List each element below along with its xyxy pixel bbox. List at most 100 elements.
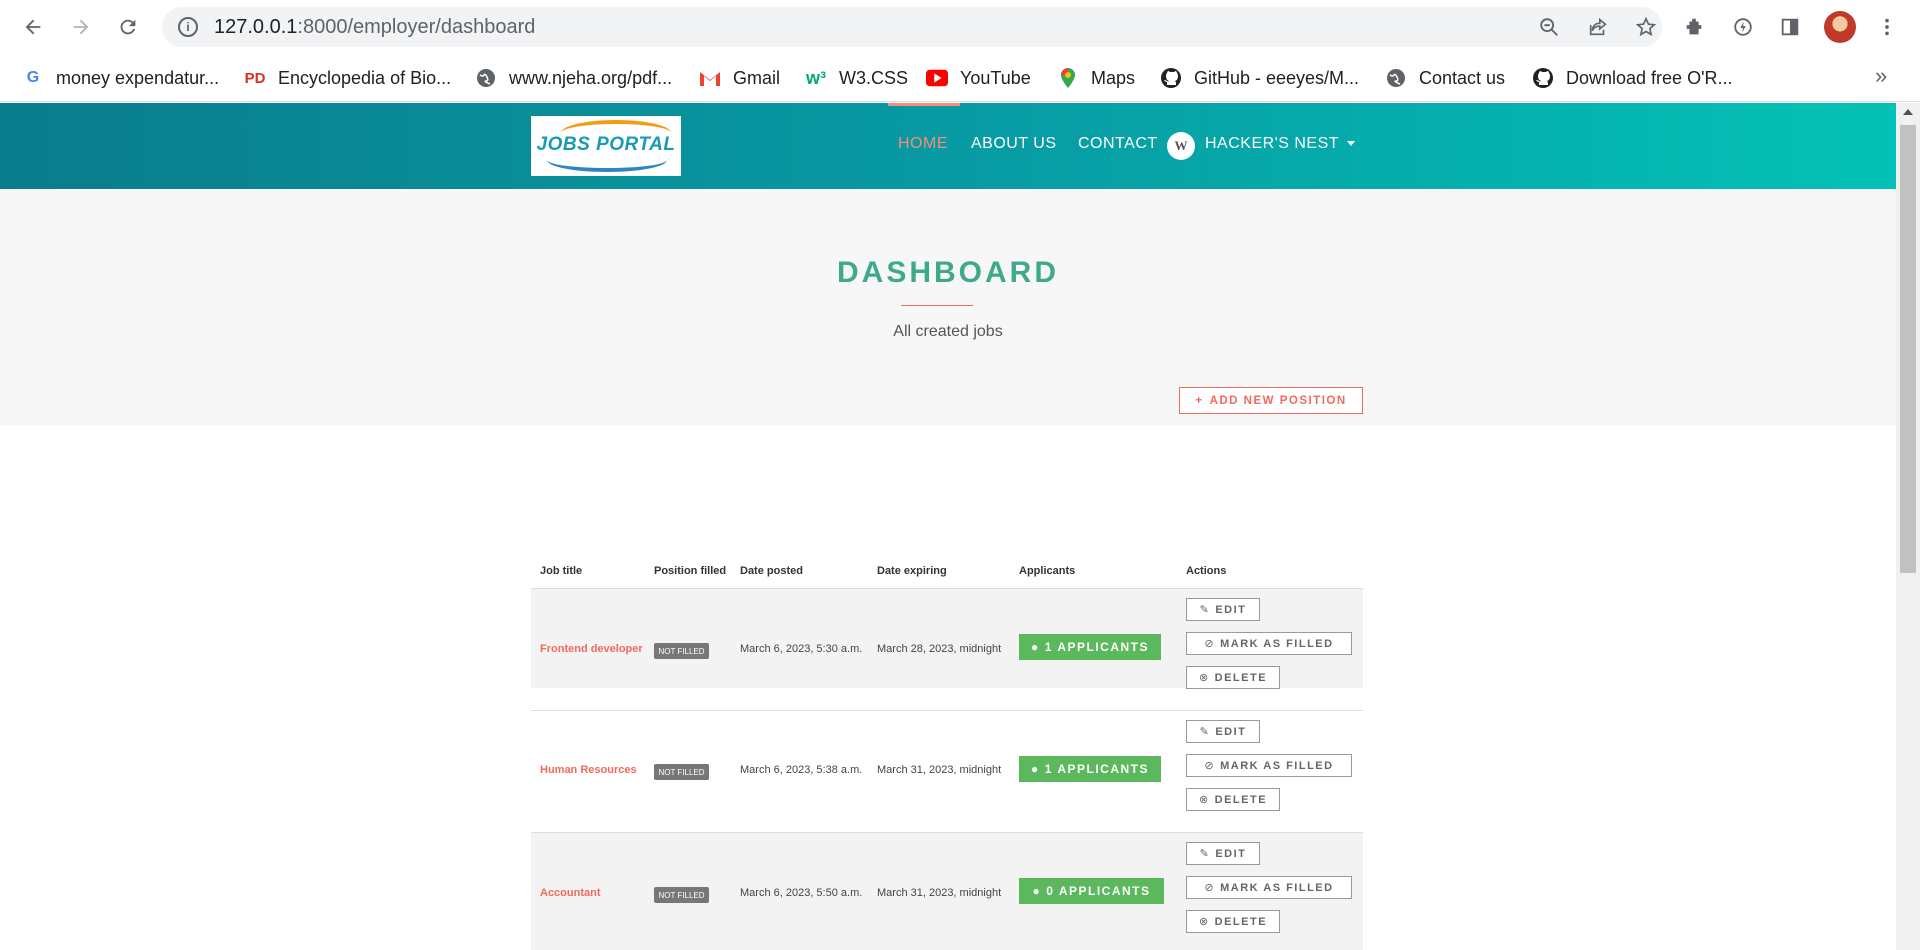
header-position-filled: Position filled [654,565,727,577]
delete-circle-icon: ⊗ [1198,916,1210,928]
job-title-link[interactable]: Frontend developer [540,643,643,655]
performance-icon[interactable] [1728,12,1758,42]
bookmarks-bar: G money expendatur... PD Encyclopedia of… [0,54,1920,102]
status-badge: NOT FILLED [654,643,709,659]
bookmark-item[interactable]: w³ W3.CSS [805,64,908,92]
bookmark-item[interactable]: Maps [1057,64,1135,92]
date-expiring: March 31, 2023, midnight [877,764,1002,776]
delete-button[interactable]: ⊗ DELETE [1186,666,1280,689]
bookmark-item[interactable]: www.njeha.org/pdf... [475,64,672,92]
date-expiring: March 31, 2023, midnight [877,887,1002,899]
user-avatar-icon: W [1167,132,1195,160]
nav-about-us[interactable]: ABOUT US [971,135,1057,153]
edit-button[interactable]: ✎ EDIT [1186,720,1260,743]
applicants-button[interactable]: ● 0 APPLICANTS [1019,878,1164,904]
edit-icon: ✎ [1199,604,1211,616]
bookmark-item[interactable]: Gmail [699,64,780,92]
user-name: HACKER'S NEST [1205,135,1340,152]
users-icon: ● [1031,640,1040,654]
edit-label: EDIT [1215,847,1247,860]
job-title-link[interactable]: Accountant [540,887,601,899]
address-bar[interactable]: i 127.0.0.1:8000/employer/dashboard [162,7,1662,47]
add-button-label: ADD NEW POSITION [1209,394,1347,407]
url-text: 127.0.0.1:8000/employer/dashboard [214,16,536,38]
profile-avatar[interactable] [1824,11,1856,43]
menu-kebab-icon[interactable] [1872,12,1902,42]
zoom-out-icon[interactable] [1537,15,1561,39]
job-title-link[interactable]: Human Resources [540,764,637,776]
browser-toolbar: i 127.0.0.1:8000/employer/dashboard [0,0,1920,54]
bookmark-label: YouTube [960,67,1031,88]
back-arrow-icon[interactable] [18,12,48,42]
edit-button[interactable]: ✎ EDIT [1186,598,1260,621]
active-nav-indicator [888,103,960,106]
delete-label: DELETE [1214,915,1268,928]
applicants-label: 1 APPLICANTS [1044,640,1149,654]
bookmark-label: GitHub - eeeyes/M... [1194,67,1360,88]
reload-icon[interactable] [113,12,143,42]
applicants-button[interactable]: ● 1 APPLICANTS [1019,634,1161,660]
bookmark-label: Maps [1091,67,1136,88]
bookmarks-overflow-button[interactable]: » [1875,62,1887,90]
check-circle-icon: ⊘ [1204,882,1216,894]
globe-icon [475,67,497,89]
page-scrollbar[interactable] [1896,103,1920,950]
google-icon: G [26,69,40,86]
bookmark-item[interactable]: G money expendatur... [22,64,219,92]
side-panel-icon[interactable] [1775,12,1805,42]
header-date-posted: Date posted [740,565,803,577]
mark-as-filled-button[interactable]: ⊘ MARK AS FILLED [1186,632,1352,655]
users-icon: ● [1031,762,1040,776]
bookmark-label: Encyclopedia of Bio... [278,67,452,88]
overflow-chevron-icon: » [1875,63,1888,88]
bookmark-label: Download free O'R... [1566,67,1733,88]
edit-icon: ✎ [1199,726,1211,738]
nav-contact[interactable]: CONTACT [1078,135,1158,153]
jobs-portal-logo[interactable]: JOBS PORTAL [531,116,681,176]
delete-circle-icon: ⊗ [1198,672,1210,684]
header-date-expiring: Date expiring [877,565,947,577]
nav-user-dropdown[interactable]: HACKER'S NEST [1205,135,1356,153]
nav-home[interactable]: HOME [898,135,948,153]
bookmark-star-icon[interactable] [1634,15,1658,39]
share-icon[interactable] [1586,15,1610,39]
delete-label: DELETE [1214,671,1268,684]
bookmark-item[interactable]: YouTube [926,64,1031,92]
delete-label: DELETE [1214,793,1268,806]
status-badge: NOT FILLED [654,764,709,780]
bookmark-item[interactable]: GitHub - eeeyes/M... [1160,64,1359,92]
delete-button[interactable]: ⊗ DELETE [1186,910,1280,933]
scrollbar-thumb[interactable] [1900,125,1916,573]
applicants-label: 0 APPLICANTS [1046,884,1151,898]
globe-icon [1385,67,1407,89]
extensions-icon[interactable] [1679,12,1709,42]
site-info-icon[interactable]: i [178,17,198,37]
page-title: DASHBOARD [837,256,1059,289]
scroll-up-arrow-icon[interactable] [1903,109,1913,115]
bookmark-label: Contact us [1419,67,1506,88]
check-circle-icon: ⊘ [1204,638,1216,650]
maps-icon [1057,67,1079,89]
date-posted: March 6, 2023, 5:30 a.m. [740,643,863,655]
mark-as-filled-button[interactable]: ⊘ MARK AS FILLED [1186,876,1352,899]
header-actions: Actions [1186,565,1227,577]
applicants-button[interactable]: ● 1 APPLICANTS [1019,756,1161,782]
add-new-position-button[interactable]: + ADD NEW POSITION [1179,387,1363,414]
mark-label: MARK AS FILLED [1220,759,1334,772]
youtube-icon [926,67,948,89]
mark-as-filled-button[interactable]: ⊘ MARK AS FILLED [1186,754,1352,777]
delete-button[interactable]: ⊗ DELETE [1186,788,1280,811]
bookmark-item[interactable]: PD Encyclopedia of Bio... [244,64,452,92]
users-icon: ● [1032,884,1042,898]
forward-arrow-icon[interactable] [66,12,96,42]
edit-button[interactable]: ✎ EDIT [1186,842,1260,865]
edit-label: EDIT [1215,603,1247,616]
bookmark-item[interactable]: Contact us [1385,64,1505,92]
bookmark-label: www.njeha.org/pdf... [509,67,673,88]
bookmark-item[interactable]: Download free O'R... [1532,64,1733,92]
site-header: JOBS PORTAL HOME ABOUT US CONTACT W HACK… [0,103,1896,189]
hero-section: DASHBOARD All created jobs [0,189,1896,426]
title-divider [901,305,973,306]
gmail-icon [699,67,721,89]
page-subtitle: All created jobs [893,323,1003,340]
